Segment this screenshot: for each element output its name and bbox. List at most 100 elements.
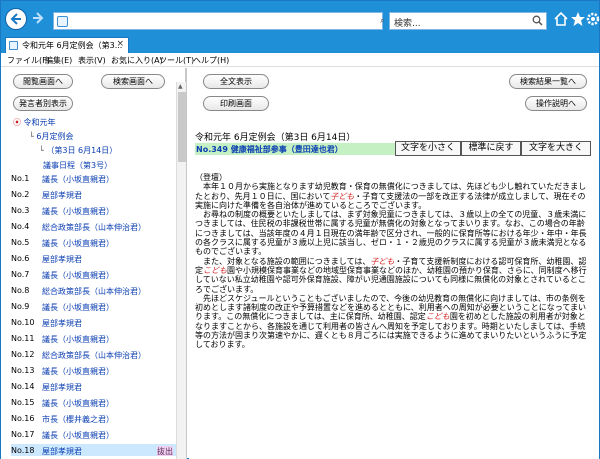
page-icon (9, 41, 18, 50)
item-number: No.7 (11, 270, 30, 279)
item-number: No.2 (11, 190, 30, 199)
list-item[interactable]: No.5 議長（小坂直親君） (11, 236, 179, 252)
item-number: No.9 (11, 302, 30, 311)
speaker-list-button[interactable]: 発言者別表示 (13, 96, 73, 111)
list-item[interactable]: No.1 議長（小坂直親君） (11, 172, 179, 188)
scroll-up-icon[interactable]: ▲ (178, 83, 183, 90)
item-speaker: 屋部孝規君 (42, 319, 82, 328)
tree-item-agenda[interactable]: 議事日程（第3号） (43, 160, 112, 171)
item-speaker: 屋部孝規君 (42, 447, 82, 456)
list-item[interactable]: No.3 議長（小坂直親君） (11, 204, 179, 220)
full-text-button[interactable]: 全文表示 (203, 74, 269, 89)
list-item[interactable]: No.10 屋部孝規君 (11, 316, 179, 332)
item-number: No.1 (11, 174, 30, 183)
list-item[interactable]: No.13 議長（小坂直親君） (11, 364, 179, 380)
home-icon[interactable] (553, 11, 569, 27)
list-item[interactable]: No.18 屋部孝規君 抜出 (11, 444, 179, 456)
item-number: No.13 (11, 366, 35, 375)
left-scrollbar[interactable]: ▲ (176, 82, 186, 459)
highlight-term: こども (425, 312, 450, 322)
tab-strip: 令和元年 6月定例会（第3... × (1, 35, 599, 53)
font-smaller-button[interactable]: 文字を小さく (395, 141, 461, 156)
tree-day-label: （第3日 6月14日） (46, 146, 118, 155)
item-speaker: 総合政策部長（山本伸治君） (42, 287, 146, 296)
print-screen-button[interactable]: 印刷画面 (203, 96, 269, 111)
favorites-star-icon[interactable] (570, 11, 586, 27)
item-number: No.15 (11, 398, 35, 407)
body-paragraph-2: お尋ねの制度の概要といたしましては、まず対象児童につきましては、３歳以上の全ての… (195, 210, 589, 256)
item-number: No.16 (11, 414, 35, 423)
list-item[interactable]: No.4 総合政策部長（山本伸治君） (11, 220, 179, 236)
item-speaker: 市長（櫻井義之君） (42, 415, 114, 424)
search-results-button[interactable]: 検索結果一覧へ (509, 74, 587, 89)
body-text-segment: 園や小規模保育事業などの地域型保育事業などのほか、幼稚園の預かり保育、さらに、同… (195, 265, 587, 294)
search-icon[interactable] (532, 15, 543, 26)
list-item[interactable]: No.2 屋部孝規君 (11, 188, 179, 204)
body-text-segment: また、対象となる施設の範囲につきましては、 (203, 256, 371, 266)
arrow-right-icon (33, 12, 44, 24)
menu-edit[interactable]: 編集(E) (45, 55, 72, 66)
item-speaker: 議長（小坂直親君） (42, 399, 114, 408)
item-number: No.8 (11, 286, 30, 295)
partial-badge: 抜出 (157, 446, 173, 456)
item-speaker: 議長（小坂直親君） (42, 175, 114, 184)
menu-bar: ファイル(F) 編集(E) 表示(V) お気に入り(A) ツール(T) ヘルプ(… (1, 53, 599, 67)
document-frame: 全文表示 印刷画面 検索結果一覧へ 操作説明へ 令和元年 6月定例会（第3日 6… (189, 68, 599, 459)
item-speaker: 総合政策部長（山本伸治君） (42, 223, 146, 232)
page-icon (57, 16, 68, 27)
arrow-left-icon (10, 13, 21, 25)
font-reset-button[interactable]: 標準に戻す (461, 141, 521, 156)
list-item[interactable]: No.8 総合政策部長（山本伸治君） (11, 284, 179, 300)
list-item[interactable]: No.12 総合政策部長（山本伸治君） (11, 348, 179, 364)
item-number: No.6 (11, 254, 30, 263)
list-item[interactable]: No.16 市長（櫻井義之君） (11, 412, 179, 428)
tree-year-label: 令和元年 (23, 118, 56, 127)
item-speaker: 議長（小坂直親君） (42, 431, 114, 440)
help-button[interactable]: 操作説明へ (525, 96, 587, 111)
item-number: No.5 (11, 238, 30, 247)
item-speaker: 議長（小坂直親君） (42, 207, 114, 216)
item-speaker: 議長（小坂直親君） (42, 239, 114, 248)
close-icon[interactable]: × (116, 39, 124, 49)
item-speaker: 屋部孝規君 (42, 255, 82, 264)
list-item[interactable]: No.9 議長（小坂直親君） (11, 300, 179, 316)
item-speaker: 総合政策部長（山本伸治君） (42, 351, 146, 360)
tree-item-day[interactable]: └ （第3日 6月14日） (39, 145, 117, 156)
list-item[interactable]: No.11 議長（小坂直親君） (11, 332, 179, 348)
item-number: No.12 (11, 350, 35, 359)
list-item[interactable]: No.6 屋部孝規君 (11, 252, 179, 268)
body-paragraph-1: 本年１０月から実施となります幼児教育・保育の無償化につきましては、先ほども少し触… (195, 182, 589, 210)
item-number: No.10 (11, 318, 35, 327)
tree-item-session[interactable]: └ 6月定例会 (29, 131, 73, 142)
search-input[interactable]: 検索... (389, 12, 547, 30)
address-input[interactable]: ⌕▾↻ (53, 12, 407, 30)
scrollbar-thumb[interactable] (178, 92, 186, 162)
menu-help[interactable]: ヘルプ(H) (193, 55, 229, 66)
menu-view[interactable]: 表示(V) (78, 55, 106, 66)
list-item[interactable]: No.14 屋部孝規君 (11, 380, 179, 396)
minutes-body: （登壇） 本年１０月から実施となります幼児教育・保育の無償化につきましては、先ほ… (195, 173, 589, 350)
list-item[interactable]: No.17 議長（小坂直親君） (11, 428, 179, 444)
search-screen-button[interactable]: 検索画面へ (101, 74, 165, 89)
gear-icon[interactable] (585, 11, 600, 27)
body-text-segment: お尋ねの制度の概要といたしましては、まず対象児童につきましては、３歳以上の全ての… (195, 210, 587, 257)
tree-item-year[interactable]: ⦿ 令和元年 (13, 117, 56, 128)
view-screen-button[interactable]: 閲覧画面へ (13, 74, 73, 89)
menu-favorites[interactable]: お気に入り(A) (111, 55, 163, 66)
item-speaker: 議長（小坂直親君） (42, 367, 114, 376)
left-navigation-frame: 閲覧画面へ 検索画面へ 発言者別表示 ⦿ 令和元年 └ 6月定例会 └ （第3日… (1, 68, 187, 459)
forward-button[interactable] (31, 11, 47, 27)
tab-minutes[interactable]: 令和元年 6月定例会（第3... × (5, 37, 129, 53)
font-larger-button[interactable]: 文字を大きく (521, 141, 591, 156)
menu-file[interactable]: ファイル(F) (7, 55, 50, 66)
menu-tools[interactable]: ツール(T) (159, 55, 194, 66)
list-item[interactable]: No.7 議長（小坂直親君） (11, 268, 179, 284)
item-number: No.11 (11, 334, 35, 343)
list-item[interactable]: No.15 議長（小坂直親君） (11, 396, 179, 412)
body-heading: （登壇） (195, 173, 227, 182)
tab-title: 令和元年 6月定例会（第3... (22, 41, 123, 50)
body-paragraph-3: また、対象となる施設の範囲につきましては、子ども・子育て支援新制度における認可保… (195, 257, 589, 294)
back-button[interactable] (5, 8, 27, 30)
highlight-term: 子ども (370, 256, 395, 266)
item-speaker: 屋部孝規君 (42, 191, 82, 200)
